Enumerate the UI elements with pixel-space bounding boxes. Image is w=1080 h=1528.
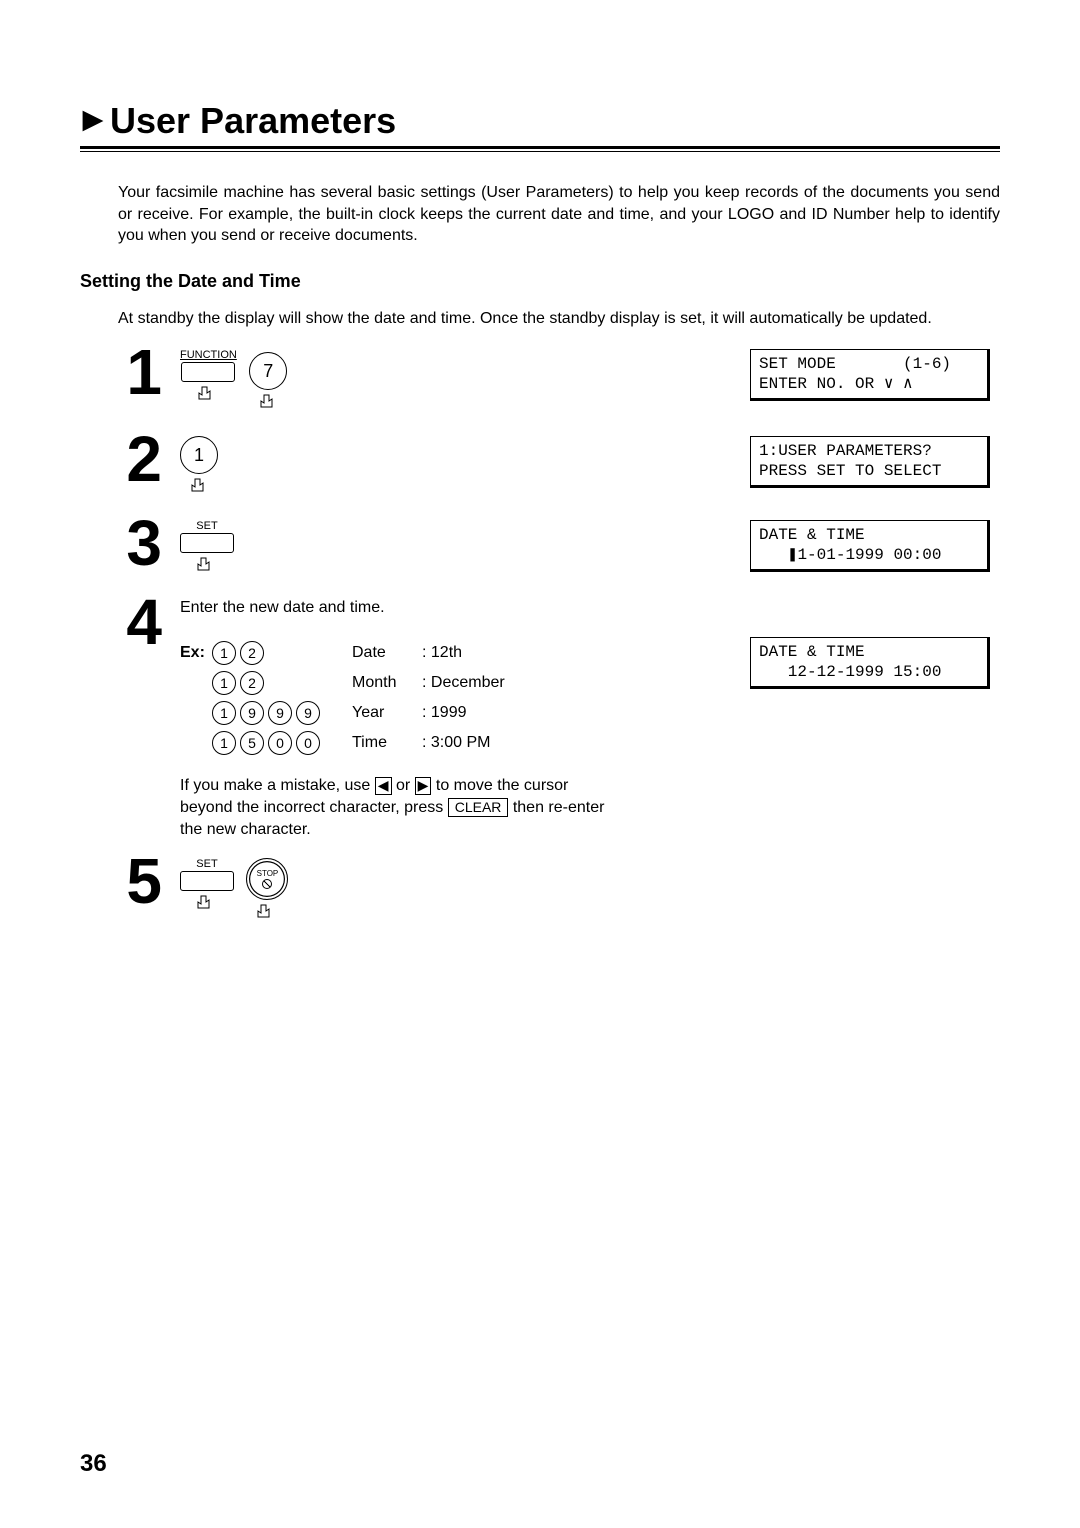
step-5-number: 5: [80, 854, 180, 908]
step-1-number: 1: [80, 345, 180, 399]
set-key: [180, 533, 234, 553]
step-4-number: 4: [80, 595, 180, 649]
field-value: : 12th: [422, 644, 462, 662]
field-label: Year: [352, 704, 422, 722]
step-4-instruction: Enter the new date and time.: [180, 599, 1000, 617]
press-icon: [188, 475, 214, 502]
press-icon: [254, 901, 280, 928]
page-title: User Parameters: [110, 100, 396, 142]
example-label: Ex:: [180, 644, 212, 662]
lcd-display-step3: DATE & TIME ❚1-01-1999 00:00: [750, 520, 990, 572]
section-intro: At standby the display will show the dat…: [118, 308, 1000, 330]
step-3-number: 3: [80, 516, 180, 570]
field-value: : 1999: [422, 704, 466, 722]
left-arrow-key: ◀: [375, 777, 392, 794]
set-key-label: SET: [196, 858, 217, 870]
lcd-display-step2: 1:USER PARAMETERS? PRESS SET TO SELECT: [750, 436, 990, 488]
title-arrow-icon: [80, 108, 106, 134]
press-icon: [194, 892, 220, 919]
digit-key: 0: [296, 731, 320, 755]
lcd-display-step1: SET MODE (1-6) ENTER NO. OR ∨ ∧: [750, 349, 990, 401]
field-value: : 3:00 PM: [422, 734, 490, 752]
example-table: Ex: 1 2 Date : 12th 1: [180, 641, 750, 755]
title-underline: [80, 146, 1000, 152]
digit-key-7: 7: [249, 352, 287, 390]
field-label: Time: [352, 734, 422, 752]
stop-key-label: STOP: [257, 870, 279, 878]
right-arrow-key: ▶: [415, 777, 432, 794]
lcd-display-step4: DATE & TIME 12-12-1999 15:00: [750, 637, 990, 689]
press-icon: [194, 554, 220, 581]
digit-key: 2: [240, 671, 264, 695]
digit-key-1: 1: [180, 436, 218, 474]
section-heading: Setting the Date and Time: [80, 271, 1000, 292]
digit-key: 1: [212, 731, 236, 755]
press-icon: [195, 383, 221, 410]
set-key-label: SET: [196, 520, 217, 532]
clear-key: CLEAR: [448, 798, 509, 817]
digit-key: 1: [212, 671, 236, 695]
function-key: [181, 362, 235, 382]
field-label: Month: [352, 674, 422, 692]
set-key: [180, 871, 234, 891]
intro-text: Your facsimile machine has several basic…: [118, 182, 1000, 247]
digit-key: 5: [240, 731, 264, 755]
digit-key: 9: [268, 701, 292, 725]
field-value: : December: [422, 674, 505, 692]
page-number: 36: [80, 1450, 107, 1478]
digit-key: 9: [296, 701, 320, 725]
digit-key: 0: [268, 731, 292, 755]
digit-key: 9: [240, 701, 264, 725]
digit-key: 1: [212, 701, 236, 725]
step-2-number: 2: [80, 432, 180, 486]
field-label: Date: [352, 644, 422, 662]
function-key-label: FUNCTION: [180, 349, 237, 361]
digit-key: 2: [240, 641, 264, 665]
press-icon: [257, 391, 283, 418]
stop-icon: [262, 879, 272, 889]
digit-key: 1: [212, 641, 236, 665]
step-4-note: If you make a mistake, use ◀ or ▶ to mov…: [180, 775, 610, 840]
stop-key: STOP: [246, 858, 288, 900]
